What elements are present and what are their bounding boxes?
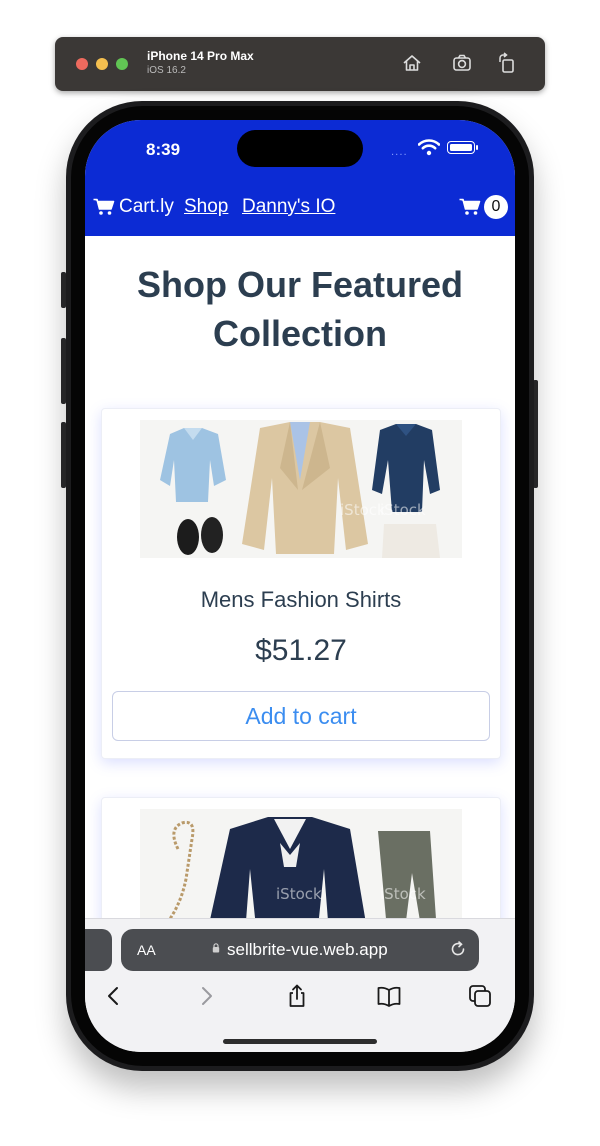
zoom-window-button[interactable] — [116, 58, 128, 70]
safari-toolbar: AA sellbrite-vue.web.app — [85, 918, 515, 1052]
tabs-icon[interactable] — [467, 983, 493, 1009]
page-title-line-1: Shop Our Featured — [136, 264, 464, 305]
back-icon[interactable] — [101, 983, 127, 1009]
wifi-icon — [418, 139, 440, 156]
previous-tab-preview[interactable] — [85, 929, 112, 971]
url-text: sellbrite-vue.web.app — [227, 940, 388, 959]
cart-icon — [459, 198, 481, 215]
product-name: Mens Fashion Shirts — [200, 587, 402, 612]
text-size-button[interactable]: AA — [137, 942, 156, 958]
share-icon[interactable] — [284, 983, 310, 1009]
svg-text:iStock: iStock — [380, 501, 426, 519]
svg-text:iStock: iStock — [276, 885, 322, 903]
cart-button[interactable]: 0 — [459, 195, 508, 219]
cart-count-badge: 0 — [484, 195, 508, 219]
nav-link-dannys-io[interactable]: Danny's IO — [242, 196, 335, 218]
address-bar[interactable]: AA sellbrite-vue.web.app — [121, 929, 479, 971]
page-title: Shop Our Featured Collection — [85, 260, 515, 358]
minimize-window-button[interactable] — [96, 58, 108, 70]
simulator-title-bar: iPhone 14 Pro Max iOS 16.2 — [55, 37, 545, 91]
home-icon[interactable] — [401, 52, 423, 74]
product-image[interactable]: iStock iStock — [140, 420, 462, 558]
brand-link[interactable]: Cart.ly — [93, 196, 174, 218]
navbar: Cart.ly Shop Danny's IO 0 — [85, 190, 515, 226]
cellular-signal-icon: .... — [391, 147, 408, 158]
app-header: 8:39 .... Cart.ly Shop Danny's IO 0 — [85, 120, 515, 236]
dynamic-island — [237, 130, 363, 167]
lock-icon — [212, 943, 220, 953]
brand-label: Cart.ly — [119, 196, 174, 217]
home-indicator[interactable] — [223, 1039, 377, 1044]
add-to-cart-button[interactable]: Add to cart — [112, 691, 490, 741]
status-time: 8:39 — [146, 140, 181, 159]
device-name: iPhone 14 Pro Max — [147, 49, 254, 63]
bookmarks-icon[interactable] — [376, 983, 402, 1009]
svg-text:iStock: iStock — [380, 885, 426, 903]
os-version: iOS 16.2 — [147, 65, 186, 76]
product-price: $51.27 — [255, 634, 347, 667]
screenshot-icon[interactable] — [451, 52, 473, 74]
rotate-icon[interactable] — [496, 52, 518, 74]
phone-screen: 8:39 .... Cart.ly Shop Danny's IO 0 Shop… — [85, 120, 515, 1052]
cart-icon — [93, 198, 115, 215]
product-card: iStock iStock Mens Fashion Shirts $51.27… — [101, 408, 501, 759]
battery-icon — [447, 141, 478, 154]
forward-icon[interactable] — [193, 983, 219, 1009]
reload-icon[interactable] — [449, 940, 467, 958]
page-title-line-2: Collection — [212, 313, 387, 354]
nav-link-shop[interactable]: Shop — [184, 196, 228, 218]
close-window-button[interactable] — [76, 58, 88, 70]
